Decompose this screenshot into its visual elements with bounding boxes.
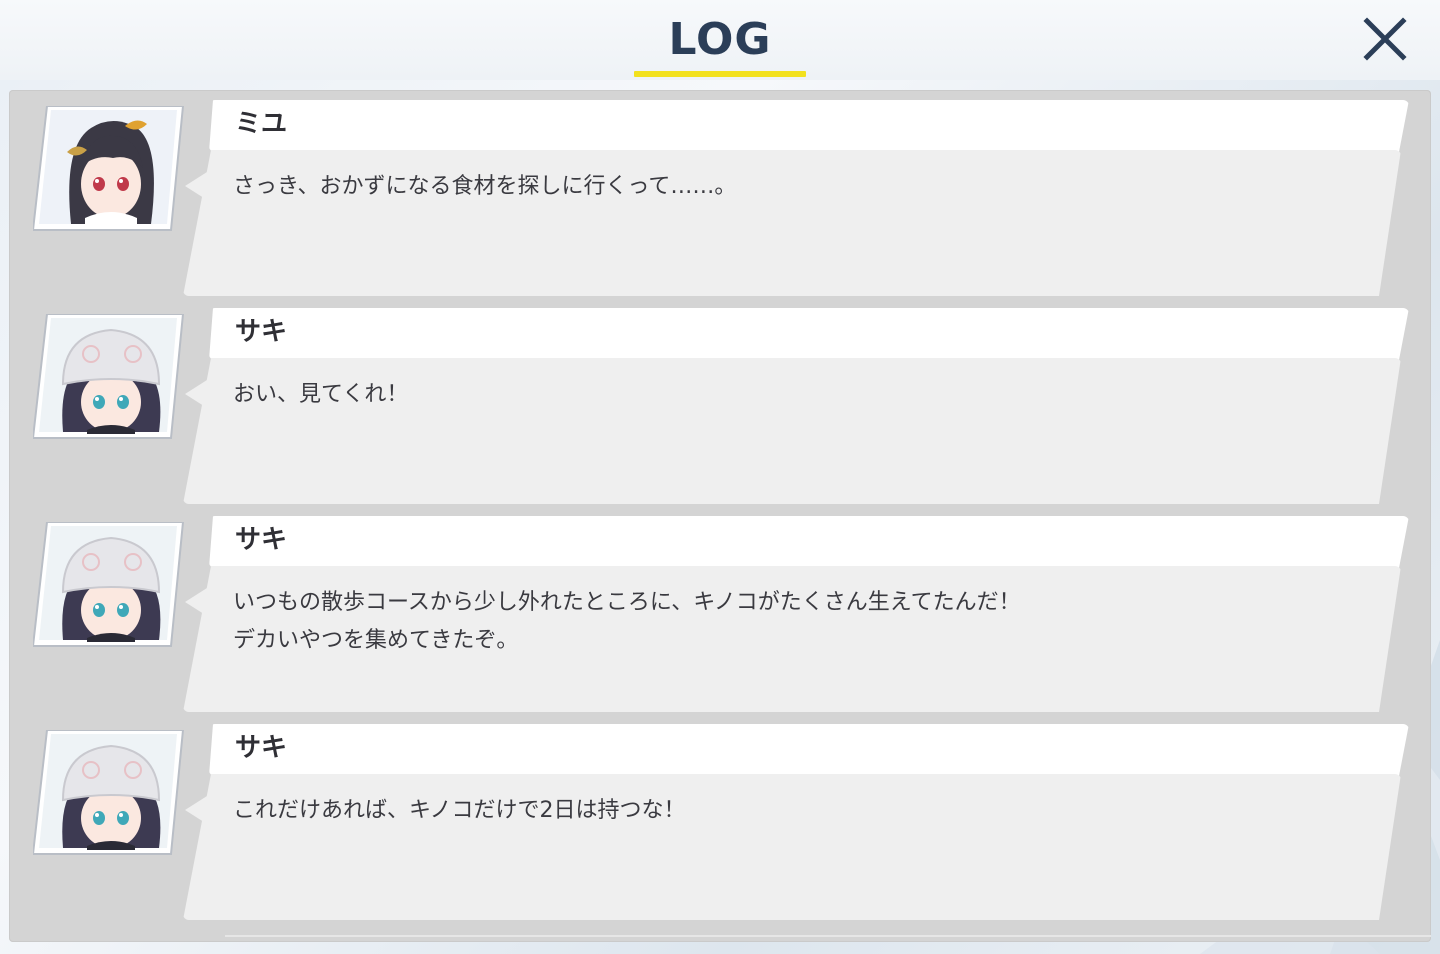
log-entry: サキ おい、見てくれ！: [9, 298, 1431, 504]
log-entry: サキ いつもの散歩コースから少し外れたところに、キノコがたくさん生えてたんだ！ …: [9, 506, 1431, 712]
speaker-name-bar: [209, 308, 1409, 360]
avatar[interactable]: [31, 313, 185, 440]
log-panel[interactable]: ミユ さっき、おかずになる食材を探しに行くって……。 サキ おい、見てくれ！ サ…: [9, 90, 1431, 942]
message-text: これだけあれば、キノコだけで2日は持つな！: [233, 798, 686, 823]
close-icon: [1363, 17, 1407, 61]
character-portrait-saki-icon: [31, 521, 185, 647]
panel-divider: [225, 935, 1431, 937]
avatar[interactable]: [31, 105, 185, 232]
log-entry: ミユ さっき、おかずになる食材を探しに行くって……。: [9, 90, 1431, 296]
character-portrait-saki-icon: [31, 729, 185, 855]
message-tail: [185, 172, 207, 200]
close-button[interactable]: [1358, 12, 1412, 66]
title-underline: [634, 71, 806, 77]
avatar[interactable]: [31, 729, 185, 856]
message-tail: [185, 796, 207, 824]
message-text: いつもの散歩コースから少し外れたところに、キノコがたくさん生えてたんだ！ デカい…: [233, 590, 1021, 653]
log-entry: サキ これだけあれば、キノコだけで2日は持つな！: [9, 714, 1431, 920]
speaker-name-bar: [209, 100, 1409, 152]
speaker-name: ミユ: [235, 109, 288, 139]
character-portrait-saki-icon: [31, 313, 185, 439]
message-tail: [185, 380, 207, 408]
speaker-name-bar: [209, 516, 1409, 568]
message-tail: [185, 588, 207, 616]
speaker-name: サキ: [235, 733, 288, 763]
page-title: LOG: [668, 14, 772, 65]
speaker-name-bar: [209, 724, 1409, 776]
message-text: さっき、おかずになる食材を探しに行くって……。: [233, 174, 737, 199]
speaker-name: サキ: [235, 317, 288, 347]
message-text: おい、見てくれ！: [233, 382, 409, 407]
avatar[interactable]: [31, 521, 185, 648]
speaker-name: サキ: [235, 525, 288, 555]
character-portrait-miyu-icon: [31, 105, 185, 231]
